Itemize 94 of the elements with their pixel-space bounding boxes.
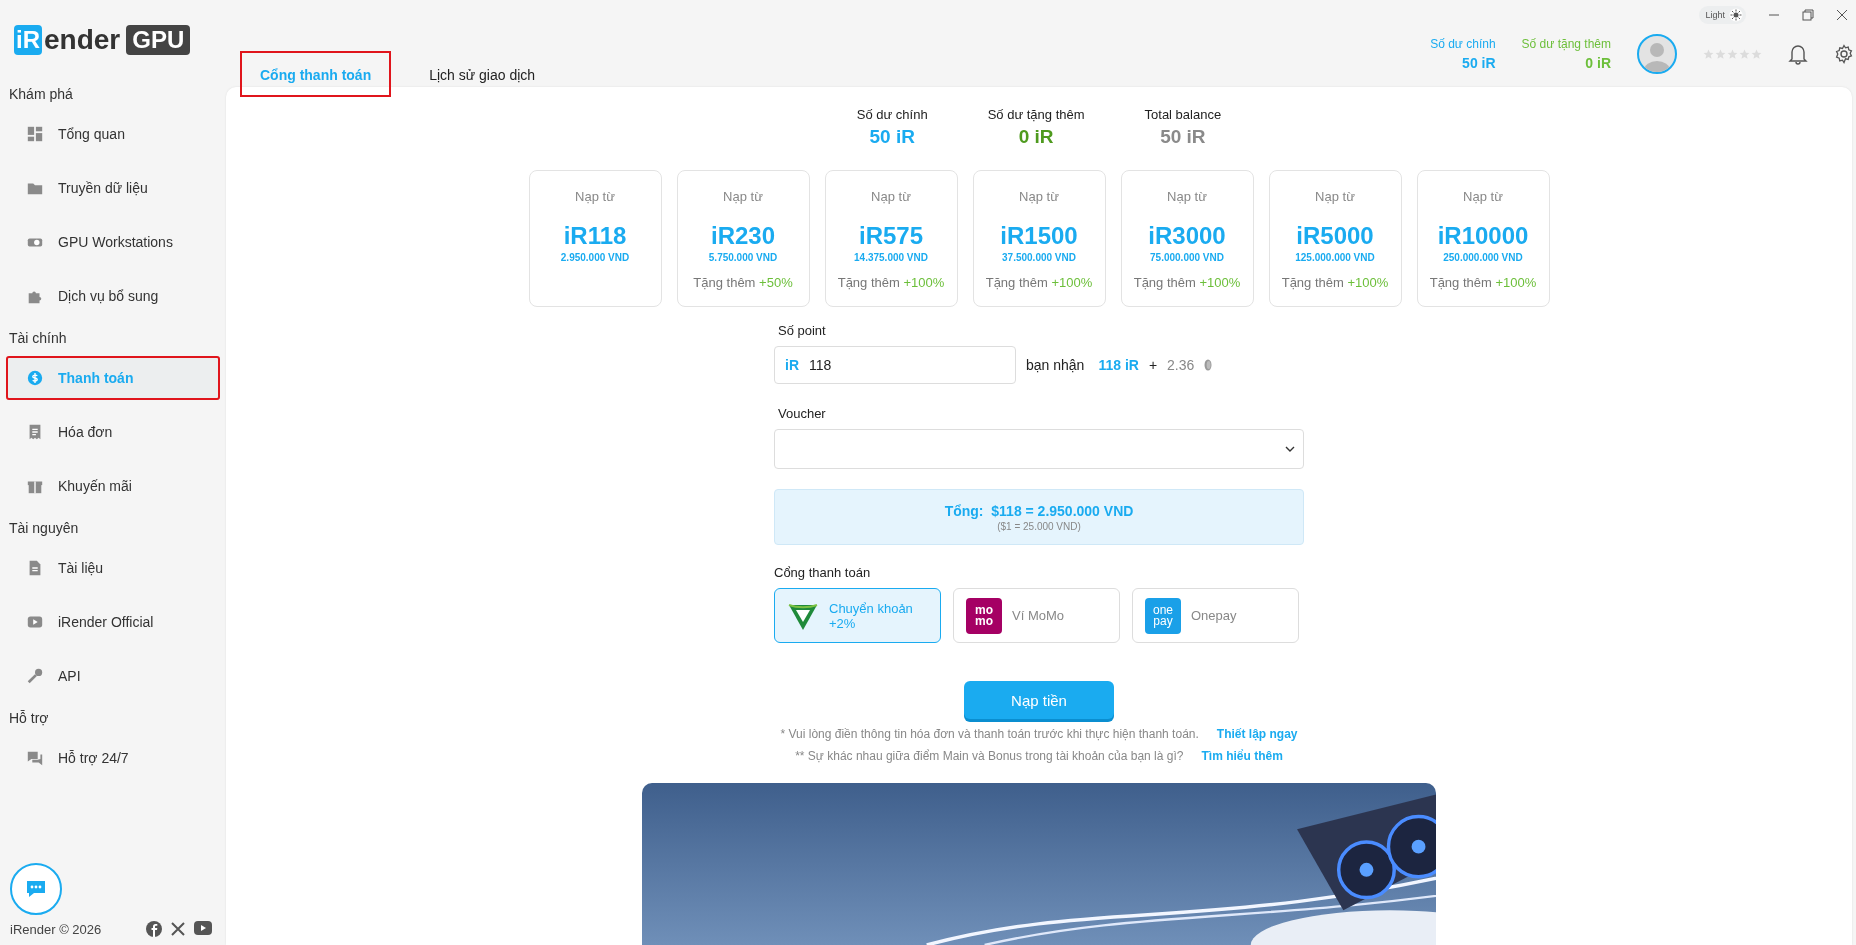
package-amount: iR230 (710, 222, 775, 250)
package-amount: iR1500 (1000, 222, 1078, 250)
balance-value: 50 iR (868, 126, 916, 148)
chevron-down-icon (1285, 446, 1295, 452)
section-title: Tài chính (8, 330, 68, 346)
bonus-text: Tặng thêm +50% (693, 275, 793, 290)
tab[interactable]: Lịch sử giao dịch (409, 51, 556, 97)
x-icon[interactable] (170, 921, 186, 937)
balance-value: 0 iR (1017, 126, 1055, 148)
logo-text: ender (44, 24, 121, 56)
card-caption: Nạp từ (1167, 189, 1207, 204)
card-caption: Nạp từ (871, 189, 911, 204)
package-price: 75.000.000 VND (1150, 252, 1224, 263)
bonus-text: Tặng thêm +100% (985, 275, 1093, 290)
package-amount: iR575 (858, 222, 923, 250)
card-caption: Nạp từ (1463, 189, 1503, 204)
package-price: 37.500.000 VND (1002, 252, 1076, 263)
card-caption: Nạp từ (1315, 189, 1355, 204)
copyright-text: iRender © 2026 (10, 921, 102, 937)
payment-option[interactable]: one pay Onepay (1132, 588, 1299, 643)
settings-icon[interactable] (1834, 44, 1854, 64)
package-amount: iR5000 (1296, 222, 1374, 250)
restore-icon[interactable] (1802, 9, 1814, 21)
chat-icon (26, 749, 44, 767)
bonus-text: Tặng thêm +100% (1281, 275, 1389, 290)
payment-option[interactable]: mo mo Ví MoMo (953, 588, 1120, 643)
coin-icon (1204, 359, 1213, 371)
sidebar-item[interactable]: API (6, 654, 220, 698)
field-label: Voucher (778, 406, 827, 421)
package-price: 2.950.000 VND (560, 252, 630, 263)
bonus-text: Tặng thêm +100% (837, 275, 945, 290)
chat-button[interactable] (10, 863, 62, 915)
sidebar-item[interactable]: Truyền dữ liệu (6, 166, 220, 210)
logo-badge: GPU (126, 25, 191, 55)
balance-label: Total balance (1144, 107, 1222, 122)
sidebar-item[interactable]: Tài liệu (6, 546, 220, 590)
card-caption: Nạp từ (1019, 189, 1059, 204)
logo-mark: iR (14, 25, 42, 55)
balance-label: Số dư tặng thêm (987, 107, 1085, 122)
card-caption: Nạp từ (575, 189, 615, 204)
package-price: 14.375.000 VND (854, 252, 928, 263)
package-price: 125.000.000 VND (1295, 252, 1375, 263)
package-amount: iR118 (563, 222, 627, 250)
close-icon[interactable] (1836, 9, 1848, 21)
receive-points: 118 iR (1098, 357, 1139, 373)
section-title: Tài nguyên (8, 520, 80, 536)
package-card[interactable]: Nạp từ iR118 2.950.000 VND (528, 170, 662, 307)
points-input[interactable]: iR 118 (774, 346, 1016, 384)
plus-sign: + (1148, 357, 1158, 373)
sun-icon (1729, 8, 1743, 22)
section-title: Khám phá (8, 86, 74, 102)
card-caption: Nạp từ (723, 189, 763, 204)
facebook-icon[interactable] (146, 921, 162, 937)
package-card[interactable]: Nạp từ iR3000 75.000.000 VND Tặng thêm +100% (1120, 170, 1254, 307)
momo-logo: mo mo (966, 597, 1002, 634)
bonus-text: Tặng thêm +100% (1133, 275, 1241, 290)
package-card[interactable]: Nạp từ iR10000 250.000.000 VND Tặng thêm +100% (1416, 170, 1550, 307)
grid-icon (26, 125, 44, 143)
package-card[interactable]: Nạp từ iR5000 125.000.000 VND Tặng thêm +100% (1268, 170, 1402, 307)
dollar-icon (26, 369, 44, 387)
onepay-logo: one pay (1145, 597, 1181, 634)
sidebar-item[interactable]: Tổng quan (6, 112, 220, 156)
package-price: 5.750.000 VND (708, 252, 778, 263)
balance-summary: Số dư tặng thêm 0 iR (1521, 37, 1611, 71)
balance-summary: Số dư chính 50 iR (1430, 37, 1496, 71)
package-card[interactable]: Nạp từ iR575 14.375.000 VND Tặng thêm +100% (824, 170, 958, 307)
bonus-points: 2.36 (1167, 357, 1195, 373)
sidebar-item[interactable]: iRender Official (6, 600, 220, 644)
note-text: ** Sự khác nhau giữa điểm Main và Bonus trong tài khoản của bạn là gì? (795, 749, 1184, 763)
package-price: 250.000.000 VND (1443, 252, 1523, 263)
total-text: Tổng: $118 = 2.950.000 VND (944, 502, 1134, 519)
package-amount: iR3000 (1148, 222, 1226, 250)
receive-label: bạn nhận (1026, 357, 1085, 373)
package-amount: iR10000 (1437, 222, 1529, 250)
chat-bubble-icon (25, 879, 47, 899)
package-card[interactable]: Nạp từ iR1500 37.500.000 VND Tặng thêm +100% (972, 170, 1106, 307)
youtube-icon[interactable] (194, 921, 212, 935)
section-title: Hỗ trợ (8, 710, 50, 726)
package-card[interactable]: Nạp từ iR230 5.750.000 VND Tặng thêm +50% (676, 170, 810, 307)
field-label: Số point (778, 323, 827, 338)
balance-label: Số dư chính (856, 107, 928, 122)
key-icon (26, 667, 44, 685)
bonus-text: Tặng thêm +100% (1429, 275, 1537, 290)
exchange-rate: ($1 = 25.000 VND) (997, 520, 1081, 532)
sidebar-item[interactable]: Hóa đơn (6, 410, 220, 454)
sidebar-item[interactable]: Dịch vụ bổ sung (6, 274, 220, 318)
theme-toggle[interactable]: Light (1699, 6, 1746, 24)
note-text: * Vui lòng điền thông tin hóa đơn và thanh toán trước khi thực hiện thanh toán. (780, 727, 1199, 741)
bell-icon[interactable] (1788, 43, 1808, 65)
sidebar-item[interactable]: Hỗ trợ 24/7 (6, 736, 220, 780)
field-label: Cổng thanh toán (774, 565, 872, 580)
balance-value: 50 iR (1159, 126, 1207, 148)
sidebar-item[interactable]: Khuyến mãi (6, 464, 220, 508)
sidebar-item[interactable]: GPU Workstations (6, 220, 220, 264)
